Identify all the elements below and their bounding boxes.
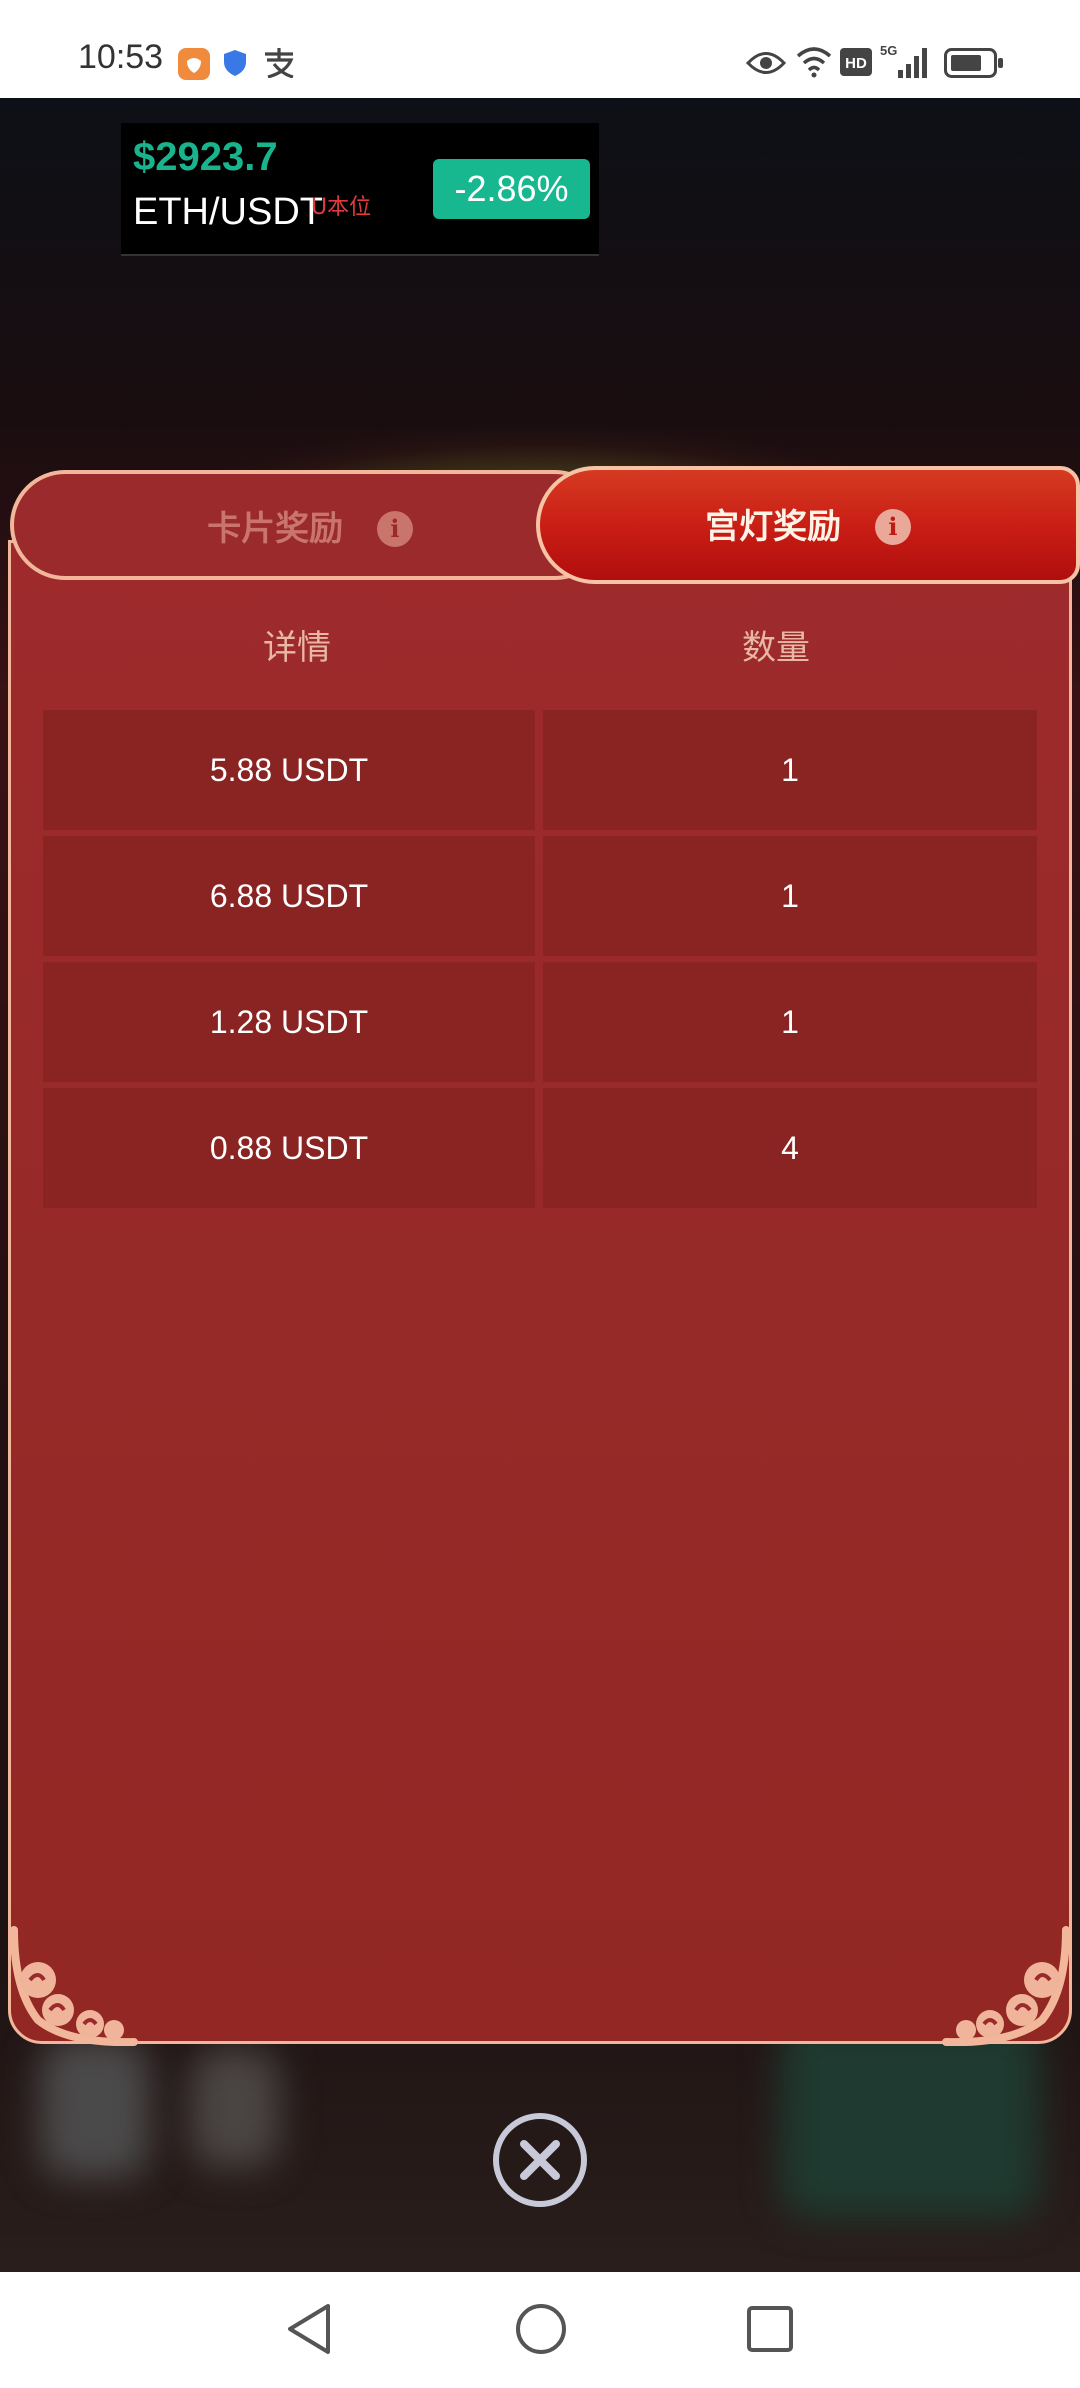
reward-amount-cell: 0.88 USDT xyxy=(43,1088,535,1208)
background-blur xyxy=(40,2038,150,2178)
reward-amount-cell: 6.88 USDT xyxy=(43,836,535,956)
reward-amount-cell: 1.28 USDT xyxy=(43,962,535,1082)
background-blur xyxy=(190,2048,280,2168)
column-header-details: 详情 xyxy=(263,628,331,668)
system-nav-bar xyxy=(0,2272,1080,2388)
shield-icon xyxy=(224,50,246,76)
recents-icon[interactable] xyxy=(745,2302,795,2356)
svg-text:5G: 5G xyxy=(880,43,897,58)
column-header-quantity: 数量 xyxy=(742,628,810,668)
cloud-corner-ornament xyxy=(942,1926,1070,2046)
reward-count-cell: 1 xyxy=(543,836,1037,956)
battery-icon xyxy=(944,48,1003,78)
reward-count-cell: 1 xyxy=(543,710,1037,830)
alipay-icon xyxy=(265,48,294,78)
tab-card-reward[interactable]: 卡片奖励 i xyxy=(10,470,610,580)
hd-icon: HD xyxy=(840,48,872,76)
tab-label: 宫灯奖励 xyxy=(705,506,842,547)
wifi-icon xyxy=(796,47,832,78)
home-icon[interactable] xyxy=(514,2302,568,2356)
reward-amount-cell: 5.88 USDT xyxy=(43,710,535,830)
info-icon[interactable]: i xyxy=(874,508,911,545)
background-blur xyxy=(780,2018,1040,2218)
signal-5g-icon: 5G xyxy=(880,43,927,78)
back-icon[interactable] xyxy=(284,2302,334,2356)
close-icon[interactable] xyxy=(491,2111,589,2209)
app-notification-icon xyxy=(178,48,210,80)
reward-count-cell: 1 xyxy=(543,962,1037,1082)
table-row: 6.88 USDT 1 xyxy=(43,836,1037,958)
ticker-tag: U本位 xyxy=(311,195,372,220)
ticker-change-badge: -2.86% xyxy=(433,159,590,219)
info-glyph: i xyxy=(390,513,400,543)
eye-icon xyxy=(746,52,786,74)
cloud-corner-ornament xyxy=(10,1926,138,2046)
status-bar: 10:53 HD 5G xyxy=(0,0,1080,98)
table-row: 5.88 USDT 1 xyxy=(43,710,1037,832)
info-icon[interactable]: i xyxy=(376,510,413,547)
status-time: 10:53 xyxy=(78,38,164,76)
ticker-pair: ETH/USDT xyxy=(133,191,323,233)
svg-text:HD: HD xyxy=(845,55,867,72)
tab-lantern-reward[interactable]: 宫灯奖励 i xyxy=(536,466,1080,584)
tab-label: 卡片奖励 xyxy=(207,508,344,549)
price-ticker[interactable]: $2923.7 ETH/USDT U本位 -2.86% xyxy=(121,123,599,256)
reward-count-cell: 4 xyxy=(543,1088,1037,1208)
info-glyph: i xyxy=(888,511,898,541)
ticker-price: $2923.7 xyxy=(133,135,278,179)
table-row: 1.28 USDT 1 xyxy=(43,962,1037,1084)
table-row: 0.88 USDT 4 xyxy=(43,1088,1037,1210)
